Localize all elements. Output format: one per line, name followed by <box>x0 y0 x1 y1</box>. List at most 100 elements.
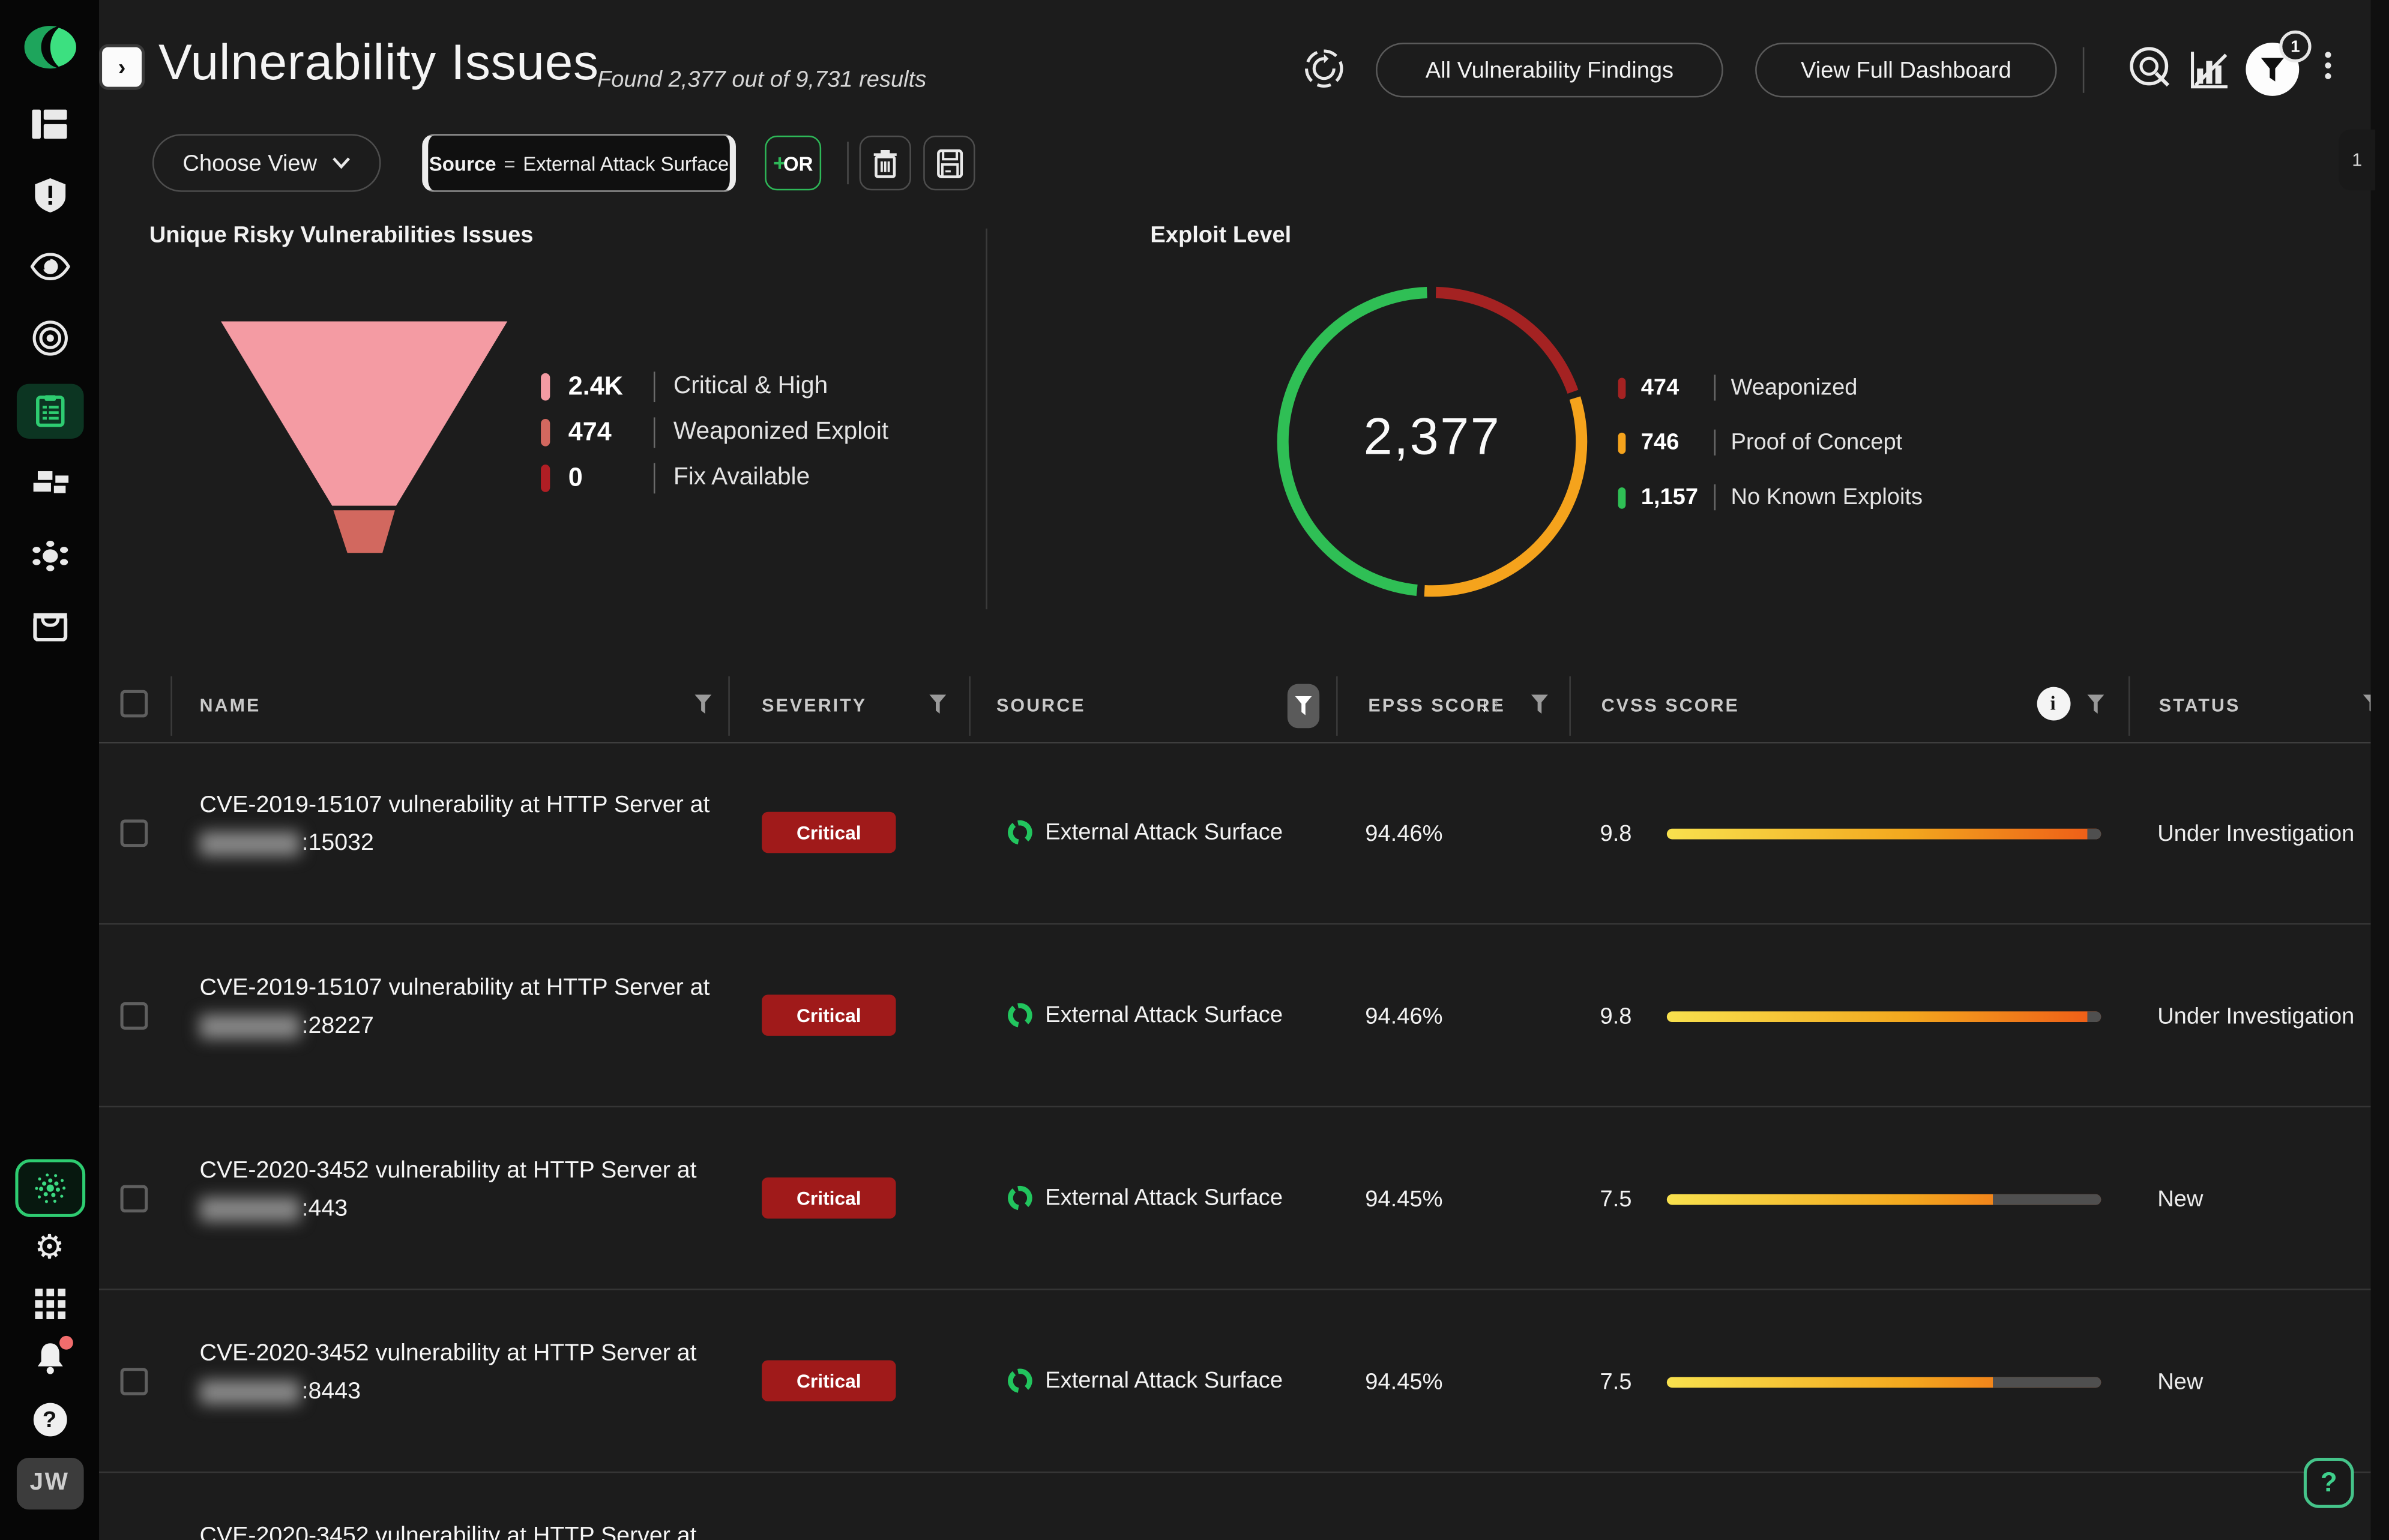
row-checkbox[interactable] <box>120 1002 148 1030</box>
column-header-source[interactable]: SOURCE <box>996 694 1086 716</box>
vulnerability-name[interactable]: CVE-2020-3452 vulnerability at HTTP Serv… <box>199 1152 749 1228</box>
table-row[interactable]: CVE-2020-3452 vulnerability at HTTP Serv… <box>99 1473 2371 1540</box>
chip-value: External Attack Surface <box>523 151 729 175</box>
settings-gear-icon: ⚙ <box>34 1227 65 1266</box>
delete-filters-button[interactable] <box>859 135 911 191</box>
funnel-legend-item: 474 Weaponized Exploit <box>541 417 888 448</box>
legend-divider <box>1714 429 1716 456</box>
status-value: New <box>2157 1369 2204 1395</box>
severity-filter-icon[interactable] <box>929 694 947 714</box>
filter-count-badge: 1 <box>2279 30 2312 63</box>
choose-view-dropdown[interactable]: Choose View <box>152 134 381 192</box>
vulnerability-name[interactable]: CVE-2020-3452 vulnerability at HTTP Serv… <box>199 1334 749 1410</box>
sidebar-item-dashboards[interactable] <box>0 104 99 143</box>
epss-filter-icon[interactable] <box>1531 694 1548 714</box>
sidebar-item-apps[interactable] <box>0 1287 99 1321</box>
button-label: All Vulnerability Findings <box>1425 57 1674 83</box>
source-filter-active[interactable] <box>1287 684 1320 729</box>
source-logo-icon <box>1008 1368 1032 1394</box>
sidebar-item-inventory-box-icon[interactable] <box>0 606 99 646</box>
column-header-name[interactable]: NAME <box>200 694 261 716</box>
vulnerability-name[interactable]: CVE-2019-15107 vulnerability at HTTP Ser… <box>199 969 749 1045</box>
cvss-bar-remainder <box>2088 828 2101 840</box>
save-view-button[interactable] <box>923 135 975 191</box>
kebab-menu-button[interactable] <box>2325 47 2331 84</box>
question-mark-icon: ? <box>2320 1467 2337 1497</box>
panel-divider <box>986 228 987 610</box>
port-text: :28227 <box>301 1012 374 1039</box>
status-value: Under Investigation <box>2157 1003 2355 1030</box>
severity-label: Critical <box>796 1004 861 1026</box>
table-row[interactable]: CVE-2019-15107 vulnerability at HTTP Ser… <box>98 925 2371 1108</box>
sidebar-item-profile[interactable]: JW <box>0 1456 99 1511</box>
name-text: CVE-2020-3452 vulnerability at HTTP Serv… <box>199 1157 697 1184</box>
panel-tab-count: 1 <box>2352 149 2363 171</box>
sidebar-item-radar-target-icon[interactable] <box>0 318 99 358</box>
cvss-bar <box>1666 1011 2101 1023</box>
severity-badge: Critical <box>762 811 896 853</box>
sidebar-item-notifications[interactable] <box>0 1335 99 1382</box>
scan-status-icon[interactable] <box>1301 46 1347 99</box>
cvss-filter-icon[interactable] <box>2087 694 2104 714</box>
chart-view-button[interactable] <box>2189 49 2231 97</box>
redacted-ip <box>199 1014 301 1039</box>
help-fab-button[interactable]: ? <box>2303 1457 2354 1508</box>
funnel-chart <box>221 321 508 553</box>
bar-chart-icon <box>2191 52 2228 89</box>
row-checkbox[interactable] <box>120 819 148 847</box>
vulnerability-name[interactable]: CVE-2020-3452 vulnerability at HTTP Serv… <box>200 1517 749 1540</box>
sidebar-item-alerts-shield-icon[interactable] <box>0 175 99 215</box>
column-header-severity[interactable]: SEVERITY <box>762 694 867 716</box>
sidebar-item-ai-scan[interactable] <box>0 1158 99 1219</box>
cvss-info-icon[interactable]: i <box>2037 687 2071 721</box>
name-text: CVE-2020-3452 vulnerability at HTTP Serv… <box>199 1523 697 1540</box>
name-text: CVE-2020-3452 vulnerability at HTTP Serv… <box>199 1340 697 1367</box>
source-logo-icon <box>1008 1003 1032 1027</box>
sidebar-item-help[interactable]: ? <box>0 1401 99 1438</box>
source-cell: External Attack Surface <box>1007 819 1283 846</box>
legend-value: 1,157 <box>1640 484 1699 511</box>
sidebar-item-discovery-eye-icon[interactable] <box>0 247 99 286</box>
cvss-value: 7.5 <box>1600 1369 1632 1395</box>
sidebar-item-vulnerabilities-active[interactable] <box>0 382 99 440</box>
table-row[interactable]: CVE-2020-3452 vulnerability at HTTP Serv… <box>98 1290 2371 1473</box>
legend-divider <box>1714 484 1716 511</box>
severity-badge: Critical <box>762 1177 896 1219</box>
select-all-checkbox[interactable] <box>120 690 148 718</box>
row-checkbox[interactable] <box>120 1368 148 1395</box>
table-row[interactable]: CVE-2019-15107 vulnerability at HTTP Ser… <box>98 742 2371 925</box>
sidebar-item-malware-virus-icon[interactable] <box>0 535 99 577</box>
right-panel-tab[interactable]: 1 <box>2339 129 2376 191</box>
epss-value: 94.45% <box>1365 1369 1443 1395</box>
help-icon: ? <box>32 1403 67 1437</box>
sidebar-collapse-toggle[interactable]: › <box>98 44 145 90</box>
cvss-bar <box>1666 1377 2101 1388</box>
legend-label: Critical & High <box>673 373 828 399</box>
right-panel-rail[interactable] <box>2370 0 2389 1540</box>
sidebar-item-assets-blocks-icon[interactable] <box>0 463 99 503</box>
legend-marker <box>1618 486 1626 508</box>
view-full-dashboard-button[interactable]: View Full Dashboard <box>1755 43 2057 98</box>
funnel-legend-item: 2.4K Critical & High <box>541 371 828 403</box>
column-header-cvss[interactable]: CVSS SCORE <box>1601 694 1740 716</box>
funnel-panel-title: Unique Risky Vulnerabilities Issues <box>149 222 534 248</box>
search-button[interactable] <box>2127 44 2177 102</box>
brand-logo[interactable] <box>0 18 99 76</box>
epss-sort-toggle[interactable]: ↓↑ <box>1480 693 1503 716</box>
source-cell: External Attack Surface <box>1007 1185 1283 1211</box>
avatar: JW <box>16 1457 83 1510</box>
cvss-value: 9.8 <box>1600 821 1632 847</box>
cvss-bar-remainder <box>1992 1377 2101 1388</box>
table-row[interactable]: CVE-2020-3452 vulnerability at HTTP Serv… <box>98 1107 2371 1290</box>
name-filter-icon[interactable] <box>694 694 712 714</box>
add-or-filter-button[interactable]: + OR <box>765 135 822 191</box>
status-value: New <box>2157 1187 2204 1213</box>
vulnerability-name[interactable]: CVE-2019-15107 vulnerability at HTTP Ser… <box>199 786 749 862</box>
status-filter-icon[interactable] <box>2363 694 2371 714</box>
filter-chip-source[interactable]: Source = External Attack Surface <box>422 134 736 192</box>
row-checkbox[interactable] <box>120 1185 148 1213</box>
legend-marker <box>1618 432 1626 454</box>
all-vulnerability-findings-button[interactable]: All Vulnerability Findings <box>1376 43 1723 98</box>
sidebar-item-settings[interactable]: ⚙ <box>0 1228 99 1268</box>
column-header-status[interactable]: STATUS <box>2159 694 2241 716</box>
